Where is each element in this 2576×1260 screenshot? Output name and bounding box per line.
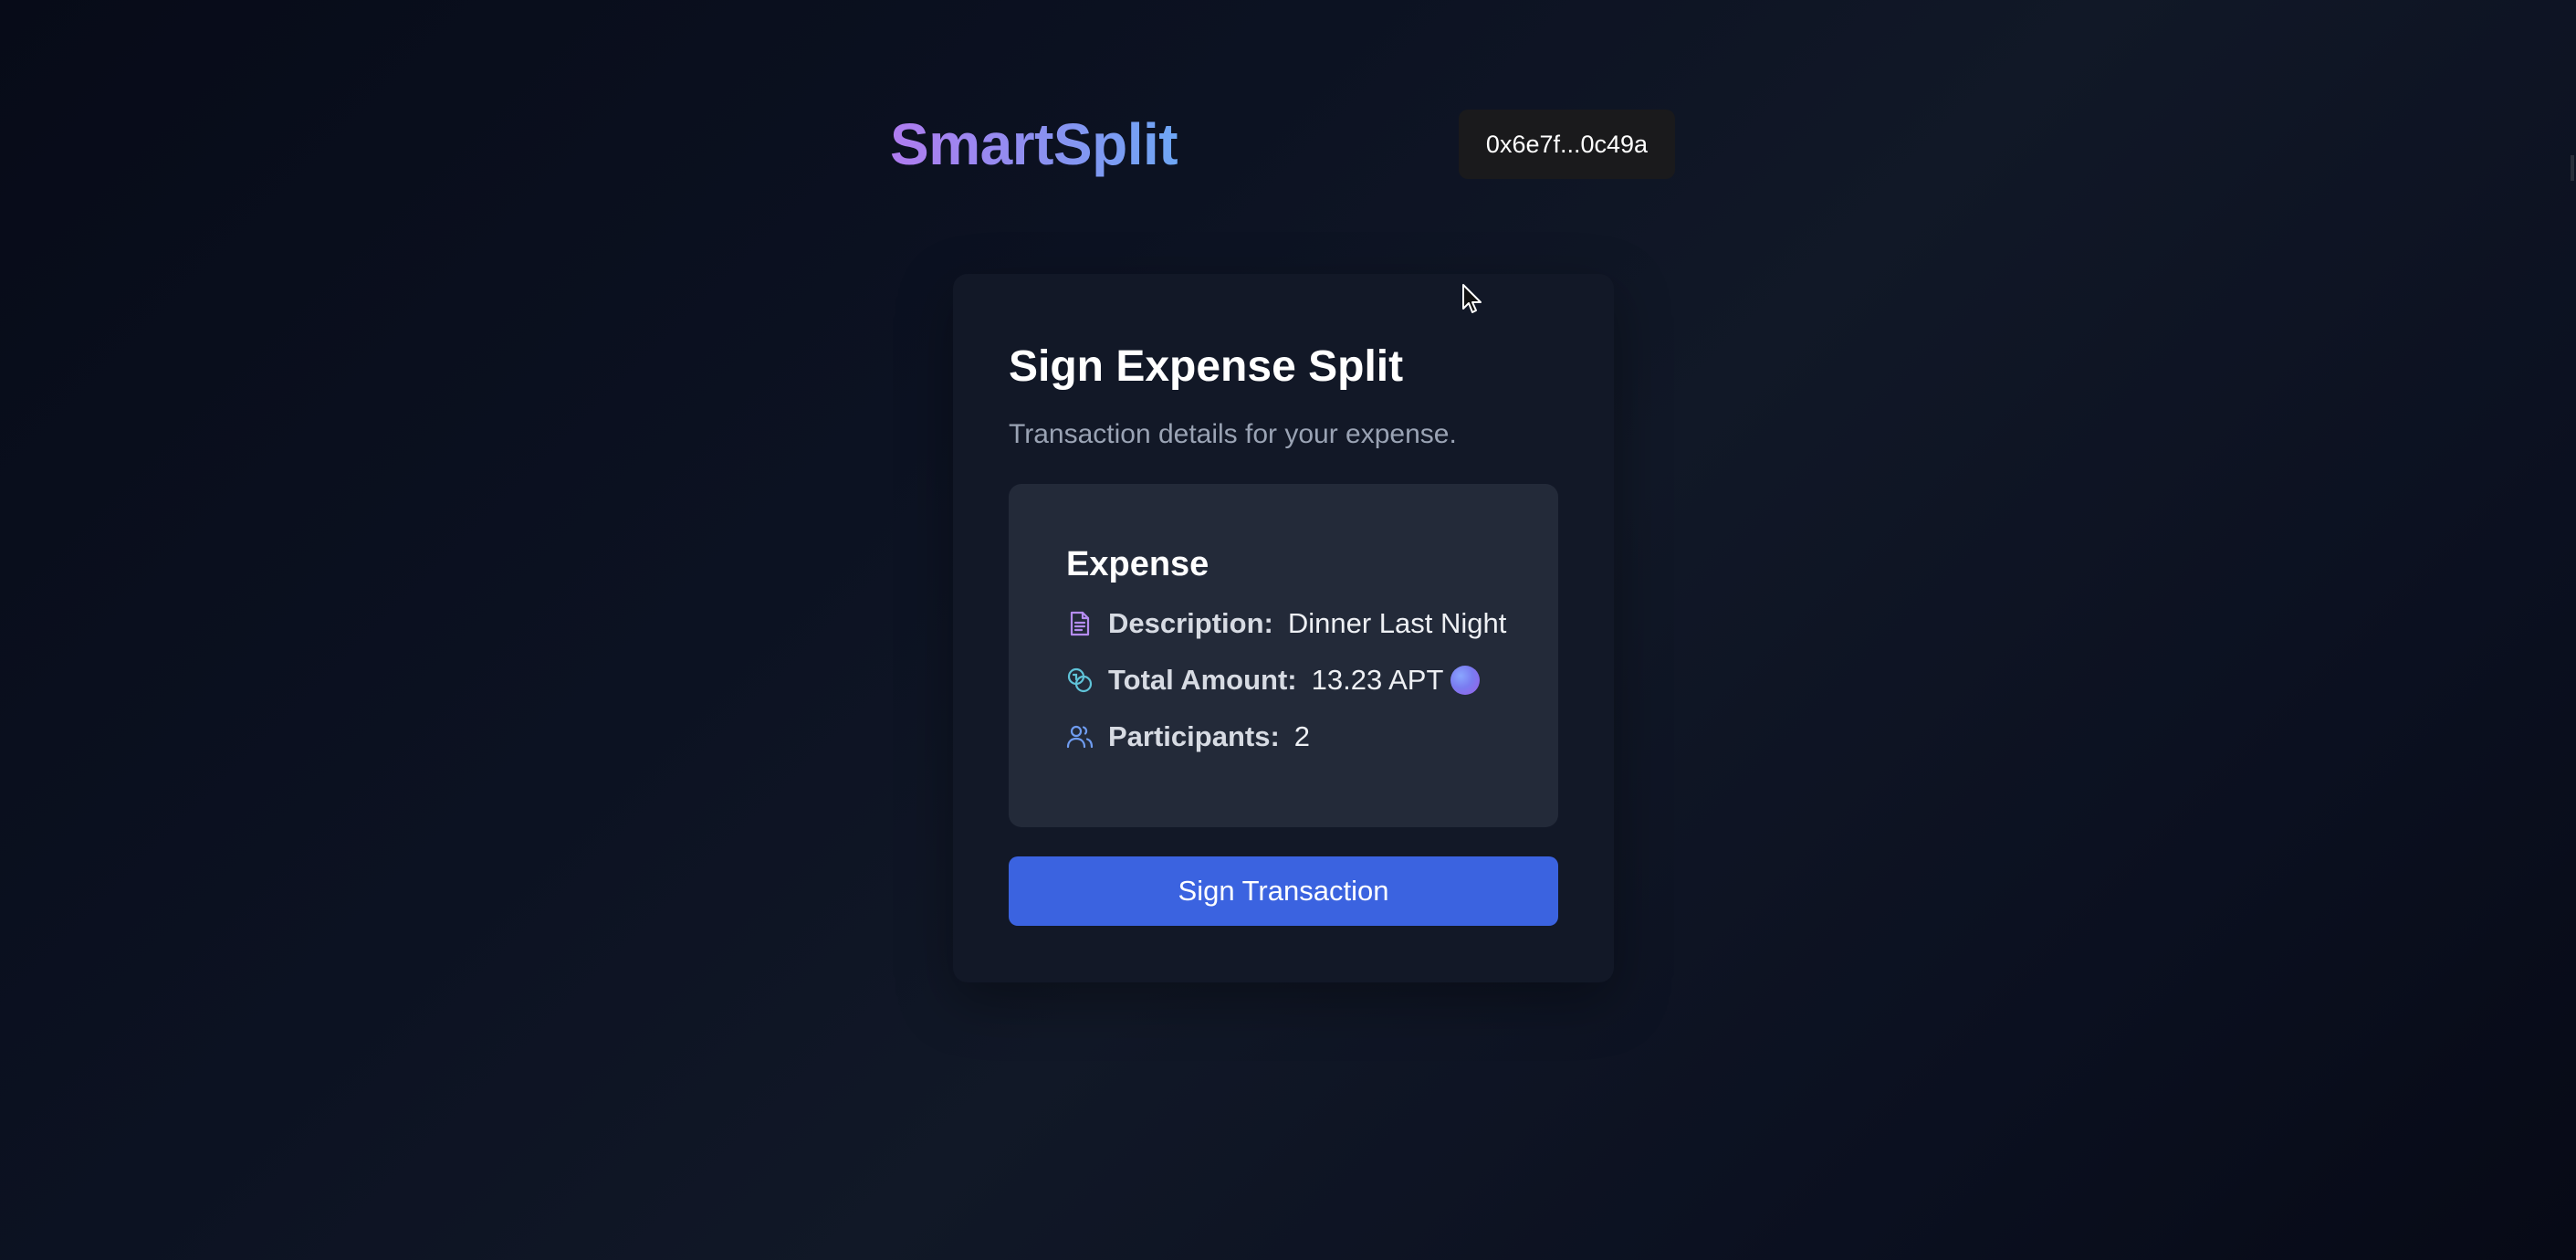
expense-heading: Expense [1066, 545, 1209, 583]
coins-icon [1066, 667, 1094, 694]
total-amount-row: Total Amount: 13.23 APT [1066, 659, 1481, 701]
brand-logo[interactable]: SmartSplit [890, 110, 1178, 179]
mouse-cursor-icon [1461, 283, 1485, 316]
expense-details: Expense Description: Dinner Last Night T… [1009, 484, 1558, 827]
participants-row: Participants: 2 [1066, 716, 1310, 758]
document-icon [1066, 610, 1094, 637]
description-value: Dinner Last Night [1287, 607, 1507, 639]
card-subtitle: Transaction details for your expense. [1009, 419, 1457, 449]
wallet-address-button[interactable]: 0x6e7f...0c49a [1459, 110, 1675, 179]
sign-transaction-button[interactable]: Sign Transaction [1009, 856, 1558, 926]
total-amount-label: Total Amount: [1108, 664, 1297, 696]
card-title: Sign Expense Split [1009, 342, 1404, 391]
users-icon [1066, 723, 1094, 751]
description-row: Description: Dinner Last Night [1066, 603, 1506, 645]
header: SmartSplit 0x6e7f...0c49a [890, 110, 1675, 179]
description-label: Description: [1108, 607, 1273, 639]
participants-value: 2 [1293, 720, 1311, 752]
sign-expense-card: Sign Expense Split Transaction details f… [953, 274, 1614, 982]
app-page: SmartSplit 0x6e7f...0c49a Sign Expense S… [0, 0, 2576, 1260]
scrollbar-thumb[interactable] [2571, 155, 2574, 181]
total-amount-value: 13.23 APT [1311, 664, 1444, 696]
apt-token-icon [1450, 666, 1481, 695]
participants-label: Participants: [1108, 720, 1280, 752]
